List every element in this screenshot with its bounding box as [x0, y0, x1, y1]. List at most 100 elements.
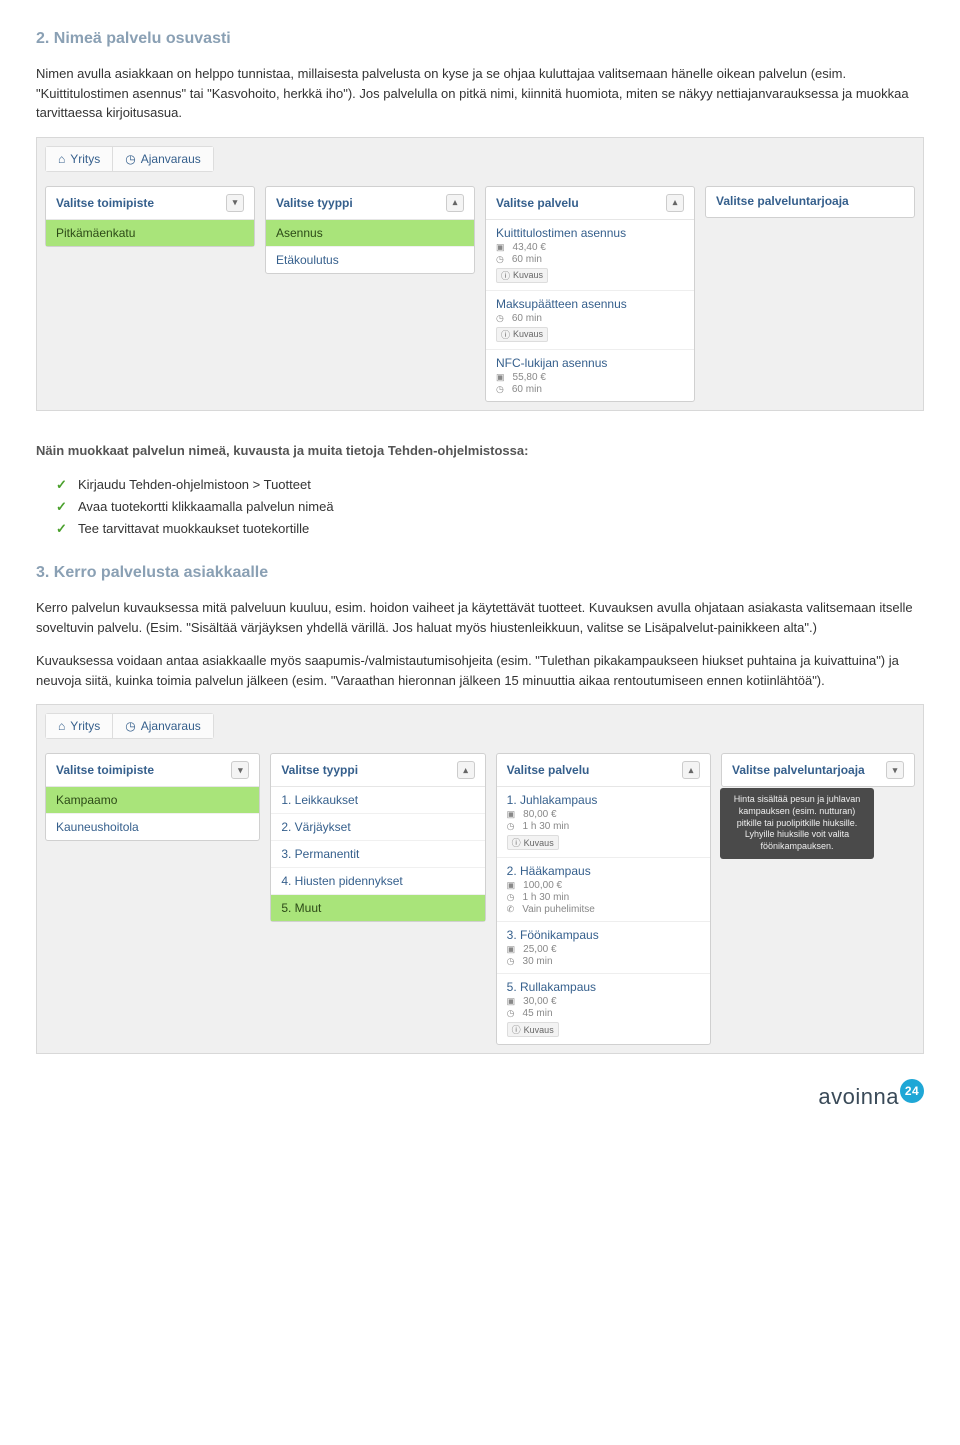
tab-yritys-label: Yritys — [70, 152, 100, 166]
service-price: 43,40 € — [513, 242, 546, 253]
price-icon: ▣ — [496, 372, 505, 383]
type-item[interactable]: 4. Hiusten pidennykset — [271, 868, 484, 895]
service-duration: 60 min — [512, 384, 542, 395]
service-name: Kuittitulostimen asennus — [496, 226, 684, 240]
service-price: 25,00 € — [523, 944, 556, 955]
service-item[interactable]: NFC-lukijan asennus▣55,80 €◷60 min — [486, 350, 694, 401]
service-item[interactable]: 1. Juhlakampaus▣80,00 €◷1 h 30 minⓘKuvau… — [497, 787, 710, 858]
panel-location-header: Valitse toimipiste — [56, 196, 154, 210]
panel-type-header: Valitse tyyppi — [281, 763, 358, 777]
description-label: Kuvaus — [524, 1025, 554, 1035]
tab-yritys[interactable]: ⌂ Yritys — [46, 147, 113, 171]
price-icon: ▣ — [507, 809, 516, 820]
price-icon: ▣ — [507, 880, 516, 891]
collapse-icon[interactable]: ▴ — [446, 194, 464, 212]
home-icon: ⌂ — [58, 719, 65, 733]
info-icon: ⓘ — [501, 269, 510, 282]
type-item[interactable]: 3. Permanentit — [271, 841, 484, 868]
tab-ajanvaraus[interactable]: ◷ Ajanvaraus — [113, 714, 213, 738]
phone-icon: ✆ — [507, 904, 515, 915]
service-price: 100,00 € — [523, 880, 562, 891]
type-item[interactable]: 5. Muut — [271, 895, 484, 921]
description-label: Kuvaus — [524, 838, 554, 848]
clock-icon: ◷ — [496, 254, 504, 265]
service-name: 2. Hääkampaus — [507, 864, 700, 878]
panel-provider: Valitse palveluntarjoaja ▾ Hinta sisältä… — [721, 753, 915, 787]
location-item[interactable]: Kampaamo — [46, 787, 259, 814]
panel-service-header: Valitse palvelu — [496, 196, 579, 210]
clock-icon: ◷ — [507, 956, 515, 967]
service-item[interactable]: Maksupäätteen asennus◷60 minⓘKuvaus — [486, 291, 694, 350]
panel-provider-header: Valitse palveluntarjoaja — [716, 194, 849, 208]
home-icon: ⌂ — [58, 152, 65, 166]
collapse-icon[interactable]: ▴ — [457, 761, 475, 779]
info-icon: ⓘ — [501, 328, 510, 341]
app1-tabbar: ⌂ Yritys ◷ Ajanvaraus — [45, 146, 214, 172]
avoinna24-logo: avoinna24 — [818, 1084, 924, 1110]
collapse-icon[interactable]: ▴ — [682, 761, 700, 779]
clock-icon: ◷ — [125, 719, 135, 733]
service-duration: 60 min — [512, 254, 542, 265]
type-item[interactable]: Etäkoulutus — [266, 247, 474, 273]
clock-icon: ◷ — [507, 821, 515, 832]
panel-type: Valitse tyyppi ▴ 1. Leikkaukset2. Värjäy… — [270, 753, 485, 922]
service-duration: 30 min — [523, 956, 553, 967]
collapse-icon[interactable]: ▾ — [231, 761, 249, 779]
panel-location: Valitse toimipiste ▾ Pitkämäenkatu — [45, 186, 255, 247]
service-item[interactable]: 5. Rullakampaus▣30,00 €◷45 minⓘKuvaus — [497, 974, 710, 1044]
panel-type-header: Valitse tyyppi — [276, 196, 353, 210]
type-item[interactable]: Asennus — [266, 220, 474, 247]
info-icon: ⓘ — [512, 1023, 521, 1036]
collapse-icon[interactable]: ▾ — [226, 194, 244, 212]
panel-service: Valitse palvelu ▴ Kuittitulostimen asenn… — [485, 186, 695, 402]
service-name: 5. Rullakampaus — [507, 980, 700, 994]
tab-ajanvaraus-label: Ajanvaraus — [141, 152, 201, 166]
service-item[interactable]: 3. Föönikampaus▣25,00 €◷30 min — [497, 922, 710, 974]
instruction-item: Avaa tuotekortti klikkaamalla palvelun n… — [56, 496, 924, 518]
section3-title: 3. Kerro palvelusta asiakkaalle — [36, 564, 924, 582]
panel-type: Valitse tyyppi ▴ Asennus Etäkoulutus — [265, 186, 475, 274]
service-item[interactable]: Kuittitulostimen asennus▣43,40 €◷60 minⓘ… — [486, 220, 694, 291]
app2-frame: ⌂ Yritys ◷ Ajanvaraus Valitse toimipiste… — [36, 704, 924, 1054]
instructions-lead: Näin muokkaat palvelun nimeä, kuvausta j… — [36, 441, 924, 461]
service-name: Maksupäätteen asennus — [496, 297, 684, 311]
panel-location-header: Valitse toimipiste — [56, 763, 154, 777]
description-label: Kuvaus — [513, 329, 543, 339]
service-price: 55,80 € — [513, 372, 546, 383]
section2-paragraph: Nimen avulla asiakkaan on helppo tunnist… — [36, 64, 924, 123]
description-badge[interactable]: ⓘKuvaus — [496, 327, 548, 342]
panel-service-header: Valitse palvelu — [507, 763, 590, 777]
panel-provider: Valitse palveluntarjoaja — [705, 186, 915, 218]
description-badge[interactable]: ⓘKuvaus — [496, 268, 548, 283]
service-duration: 1 h 30 min — [523, 821, 570, 832]
price-icon: ▣ — [496, 242, 505, 253]
tab-ajanvaraus-label: Ajanvaraus — [141, 719, 201, 733]
app1-columns: Valitse toimipiste ▾ Pitkämäenkatu Valit… — [45, 186, 915, 402]
section3-paragraph1: Kerro palvelun kuvauksessa mitä palveluu… — [36, 598, 924, 637]
collapse-icon[interactable]: ▴ — [666, 194, 684, 212]
service-item[interactable]: 2. Hääkampaus▣100,00 €◷1 h 30 min✆Vain p… — [497, 858, 710, 922]
service-duration: 45 min — [523, 1008, 553, 1019]
tab-yritys[interactable]: ⌂ Yritys — [46, 714, 113, 738]
logo-text: avoinna — [818, 1084, 899, 1110]
tab-ajanvaraus[interactable]: ◷ Ajanvaraus — [113, 147, 213, 171]
app2-tabbar: ⌂ Yritys ◷ Ajanvaraus — [45, 713, 214, 739]
type-item[interactable]: 1. Leikkaukset — [271, 787, 484, 814]
clock-icon: ◷ — [507, 1008, 515, 1019]
description-badge[interactable]: ⓘKuvaus — [507, 835, 559, 850]
footer-logo-wrap: avoinna24 — [36, 1084, 924, 1110]
location-item[interactable]: Pitkämäenkatu — [46, 220, 254, 246]
service-name: NFC-lukijan asennus — [496, 356, 684, 370]
info-icon: ⓘ — [512, 836, 521, 849]
logo-badge: 24 — [900, 1079, 924, 1103]
description-label: Kuvaus — [513, 270, 543, 280]
price-icon: ▣ — [507, 944, 516, 955]
instruction-item: Tee tarvittavat muokkaukset tuotekortill… — [56, 518, 924, 540]
collapse-icon[interactable]: ▾ — [886, 761, 904, 779]
description-badge[interactable]: ⓘKuvaus — [507, 1022, 559, 1037]
service-note: Vain puhelimitse — [522, 904, 595, 915]
clock-icon: ◷ — [125, 152, 135, 166]
service-price: 30,00 € — [523, 996, 556, 1007]
location-item[interactable]: Kauneushoitola — [46, 814, 259, 840]
type-item[interactable]: 2. Värjäykset — [271, 814, 484, 841]
